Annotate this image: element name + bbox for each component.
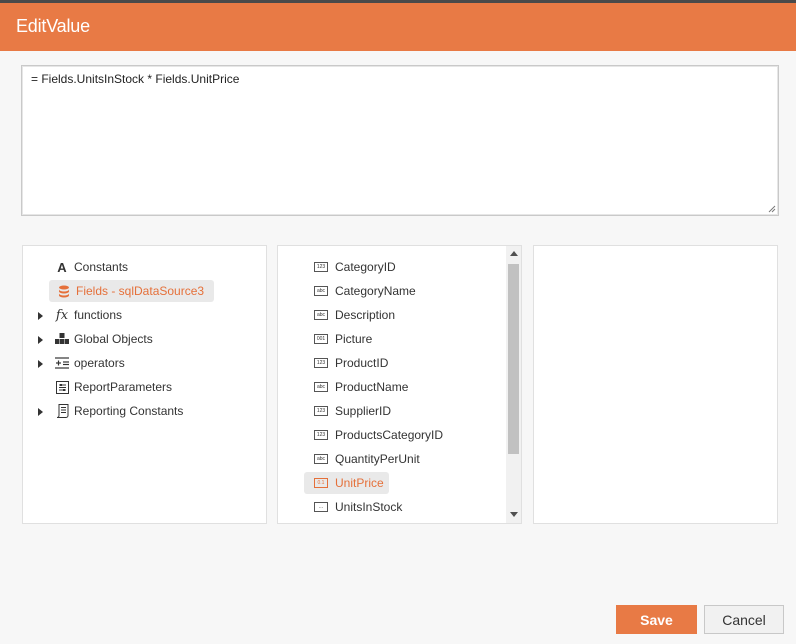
field-label: Picture <box>335 332 373 346</box>
field-label: UnitsInStock <box>335 500 403 514</box>
category-item-global-objects[interactable]: Global Objects <box>55 328 153 350</box>
scroll-thumb[interactable] <box>508 264 519 454</box>
category-item-fields[interactable]: Fields - sqlDataSource3 <box>49 280 214 302</box>
decimal-type-icon: 0.1 <box>314 478 328 488</box>
details-panel <box>533 245 778 524</box>
category-item-constants[interactable]: A Constants <box>55 256 128 278</box>
integer-type-icon: 123 <box>314 262 328 272</box>
field-item[interactable]: abc CategoryName <box>314 280 416 302</box>
integer-type-icon: 123 <box>314 430 328 440</box>
expand-arrow-icon[interactable] <box>38 312 43 320</box>
field-item[interactable]: abc ProductName <box>314 376 408 398</box>
short-type-icon: ... <box>314 502 328 512</box>
string-type-icon: abc <box>314 454 328 464</box>
categories-panel: A Constants Fields - sqlDataSource3 fx f… <box>22 245 267 524</box>
string-type-icon: abc <box>314 286 328 296</box>
operators-icon <box>55 356 69 370</box>
category-label: Constants <box>74 260 129 274</box>
scroll-down-arrow-icon[interactable] <box>510 512 518 517</box>
category-item-operators[interactable]: operators <box>55 352 125 374</box>
field-label: QuantityPerUnit <box>335 452 420 466</box>
category-label: Global Objects <box>74 332 153 346</box>
expand-arrow-icon[interactable] <box>38 408 43 416</box>
field-item[interactable]: 123 CategoryID <box>314 256 396 278</box>
fields-panel: 123 CategoryID abc CategoryName abc Desc… <box>277 245 522 524</box>
field-label: CategoryID <box>335 260 396 274</box>
expression-editor[interactable]: = Fields.UnitsInStock * Fields.UnitPrice <box>21 65 779 216</box>
field-label: UnitPrice <box>335 476 384 490</box>
field-item[interactable]: 123 ProductsCategoryID <box>314 424 443 446</box>
field-item[interactable]: ... UnitsInStock <box>314 496 402 518</box>
field-item-selected[interactable]: 0.1 UnitPrice <box>304 472 389 494</box>
field-item[interactable]: 001 Picture <box>314 328 372 350</box>
letter-a-icon: A <box>57 259 67 275</box>
category-label: operators <box>74 356 125 370</box>
field-item[interactable]: 123 SupplierID <box>314 400 391 422</box>
fx-icon: fx <box>55 307 69 323</box>
field-label: ProductID <box>335 356 389 370</box>
save-button[interactable]: Save <box>616 605 697 634</box>
integer-type-icon: 123 <box>314 406 328 416</box>
category-label: Fields - sqlDataSource3 <box>76 284 205 298</box>
scroll-up-arrow-icon[interactable] <box>510 251 518 256</box>
category-label: Reporting Constants <box>74 404 184 418</box>
reporting-constants-icon <box>55 404 69 418</box>
cancel-button[interactable]: Cancel <box>704 605 784 634</box>
category-label: functions <box>74 308 123 322</box>
integer-type-icon: 123 <box>314 358 328 368</box>
binary-type-icon: 001 <box>314 334 328 344</box>
field-label: Description <box>335 308 396 322</box>
field-label: SupplierID <box>335 404 392 418</box>
dialog-title: EditValue <box>16 16 90 36</box>
parameters-icon <box>55 380 69 394</box>
fields-scrollbar[interactable] <box>506 246 521 523</box>
global-objects-icon <box>55 332 69 346</box>
string-type-icon: abc <box>314 382 328 392</box>
field-item[interactable]: 123 ProductID <box>314 352 388 374</box>
field-label: ProductsCategoryID <box>335 428 444 442</box>
field-item[interactable]: abc QuantityPerUnit <box>314 448 420 470</box>
category-label: ReportParameters <box>74 380 173 394</box>
database-icon <box>57 284 71 298</box>
field-label: ProductName <box>335 380 409 394</box>
expression-text[interactable]: = Fields.UnitsInStock * Fields.UnitPrice <box>31 72 239 86</box>
field-item[interactable]: abc Description <box>314 304 395 326</box>
string-type-icon: abc <box>314 310 328 320</box>
dialog-title-bar: EditValue <box>0 0 796 51</box>
expand-arrow-icon[interactable] <box>38 360 43 368</box>
category-item-functions[interactable]: fx functions <box>55 304 122 326</box>
resize-grip-icon[interactable] <box>768 205 776 213</box>
category-item-report-parameters[interactable]: ReportParameters <box>55 376 172 398</box>
field-label: CategoryName <box>335 284 416 298</box>
expand-arrow-icon[interactable] <box>38 336 43 344</box>
category-item-reporting-constants[interactable]: Reporting Constants <box>55 400 183 422</box>
